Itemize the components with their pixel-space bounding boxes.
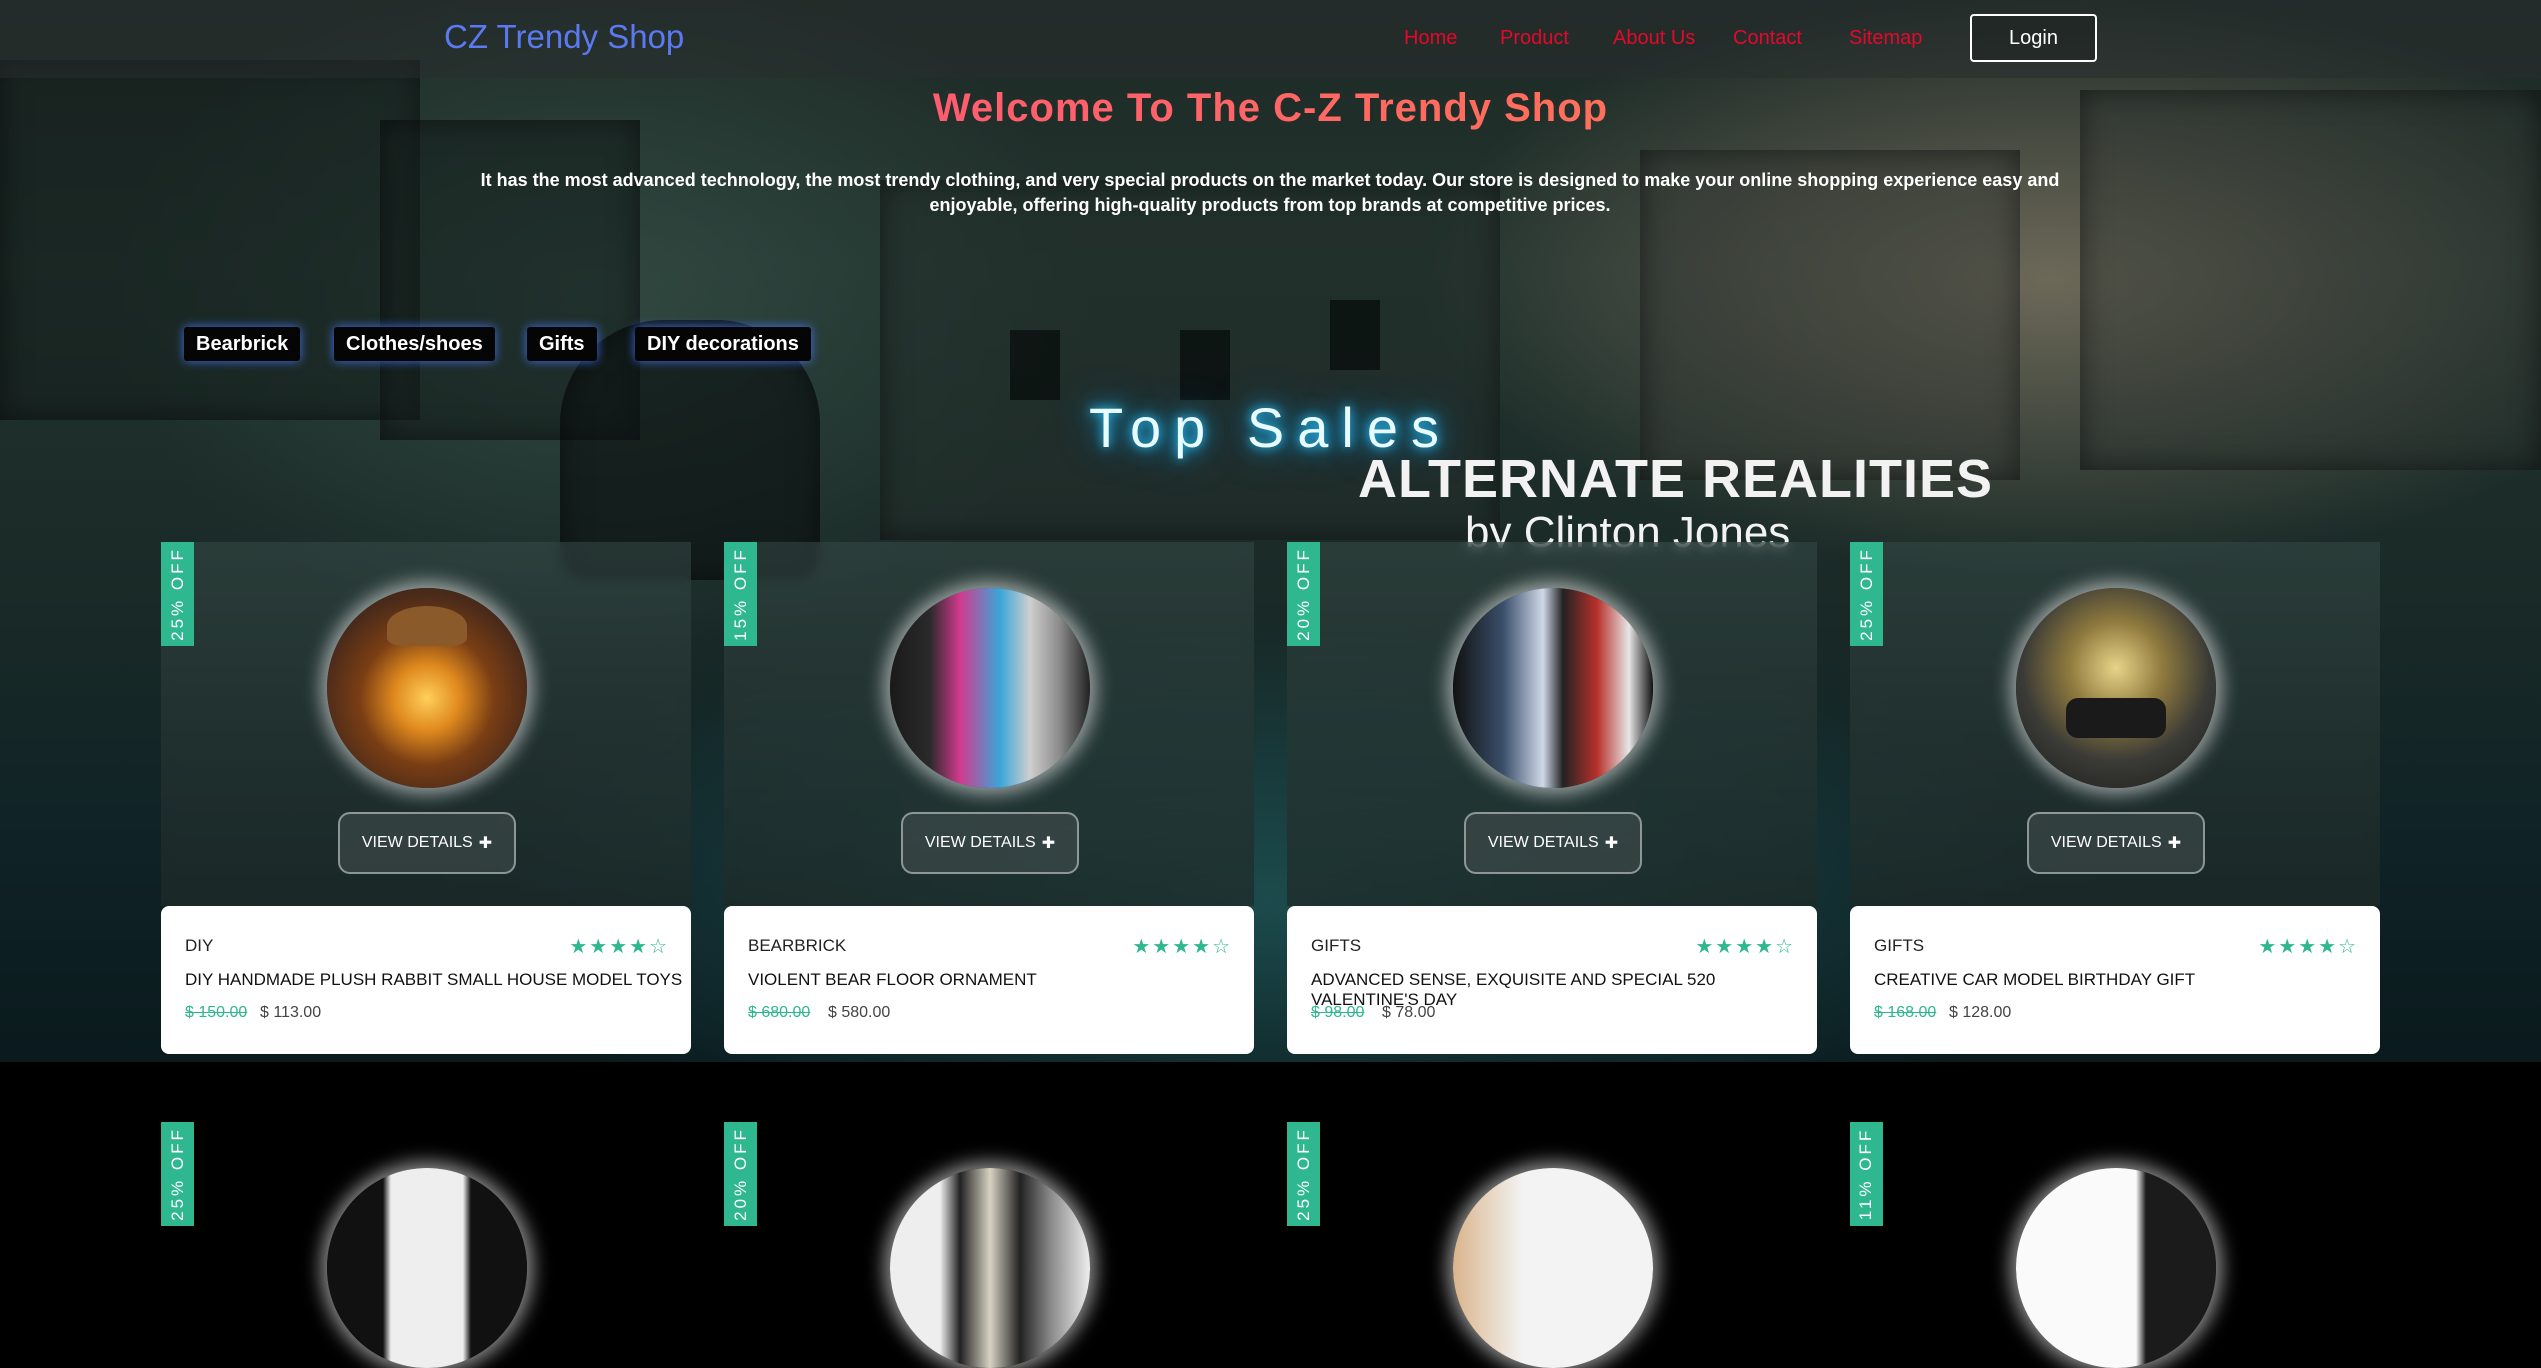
original-price: $ 680.00 [748,1004,811,1021]
welcome-description: It has the most advanced technology, the… [480,170,2060,215]
discount-badge: 20% OFF [724,1122,757,1226]
product-info: GIFTS ★★★★☆ CREATIVE CAR MODEL BIRTHDAY … [1850,906,2380,1054]
rating-stars: ★★★★☆ [2258,936,2358,958]
discount-badge: 25% OFF [1850,542,1883,646]
discount-badge: 25% OFF [161,1122,194,1226]
product-image[interactable] [890,588,1090,788]
nav-product[interactable]: Product [1500,27,1569,50]
product-category: GIFTS [1874,936,1925,955]
nav-sitemap[interactable]: Sitemap [1849,27,1922,50]
product-image[interactable] [327,1168,527,1368]
login-button[interactable]: Login [1970,14,2097,62]
nav-home[interactable]: Home [1404,27,1457,50]
product-image[interactable] [327,588,527,788]
product-image[interactable] [2016,588,2216,788]
product-card: 25% OFF VIEW DETAILS ✚ GIFTS ★★★★☆ CREATI… [1850,542,2380,1054]
discount-badge: 11% OFF [1850,1122,1883,1226]
category-gifts[interactable]: Gifts [527,327,597,361]
background-video-title: ALTERNATE REALITIES [1358,449,1993,509]
view-details-button[interactable]: VIEW DETAILS ✚ [2027,812,2205,874]
discount-badge: 20% OFF [1287,542,1320,646]
top-navbar: CZ Trendy Shop Home Product About Us Con… [0,0,2541,78]
category-bearbrick[interactable]: Bearbrick [184,327,301,361]
product-info: GIFTS ★★★★☆ ADVANCED SENSE, EXQUISITE AN… [1287,906,1817,1054]
plus-icon: ✚ [1041,835,1056,852]
product-info: DIY ★★★★☆ DIY HANDMADE PLUSH RABBIT SMAL… [161,906,691,1054]
product-image[interactable] [890,1168,1090,1368]
product-image[interactable] [2016,1168,2216,1368]
rating-stars: ★★★★☆ [1132,936,1232,958]
nav-contact[interactable]: Contact [1733,27,1802,50]
product-card: 20% OFF [724,1122,1254,1368]
rating-stars: ★★★★☆ [1695,936,1795,958]
product-card: 25% OFF [161,1122,691,1368]
product-image[interactable] [1453,1168,1653,1368]
sale-price: $ 113.00 [260,1004,322,1021]
nav-about-us[interactable]: About Us [1613,27,1695,50]
product-category: GIFTS [1311,936,1362,955]
category-clothes-shoes[interactable]: Clothes/shoes [334,327,495,361]
product-image[interactable] [1453,588,1653,788]
plus-icon: ✚ [478,835,493,852]
product-title[interactable]: VIOLENT BEAR FLOOR ORNAMENT [748,970,1037,990]
sale-price: $ 580.00 [828,1004,891,1021]
product-card: 25% OFF [1287,1122,1817,1368]
original-price: $ 168.00 [1874,1004,1937,1021]
product-card: 15% OFF VIEW DETAILS ✚ BEARBRICK ★★★★☆ VI… [724,542,1254,1054]
view-details-button[interactable]: VIEW DETAILS ✚ [1464,812,1642,874]
product-title[interactable]: DIY HANDMADE PLUSH RABBIT SMALL HOUSE MO… [185,970,682,990]
top-sales-heading: Top Sales [1089,396,1452,459]
product-card: 25% OFF VIEW DETAILS ✚ DIY ★★★★☆ DIY HAND… [161,542,691,1054]
original-price: $ 150.00 [185,1004,248,1021]
product-category: DIY [185,936,214,955]
product-title[interactable]: CREATIVE CAR MODEL BIRTHDAY GIFT [1874,970,2195,990]
product-card: 20% OFF VIEW DETAILS ✚ GIFTS ★★★★☆ ADVANC… [1287,542,1817,1054]
welcome-title: Welcome To The C-Z Trendy Shop [0,86,2541,131]
discount-badge: 25% OFF [1287,1122,1320,1226]
sale-price: $ 128.00 [1949,1004,2012,1021]
brand-logo[interactable]: CZ Trendy Shop [444,18,684,56]
view-details-button[interactable]: VIEW DETAILS ✚ [901,812,1079,874]
product-category: BEARBRICK [748,936,847,955]
plus-icon: ✚ [1604,835,1619,852]
discount-badge: 25% OFF [161,542,194,646]
product-card: 11% OFF [1850,1122,2380,1368]
product-info: BEARBRICK ★★★★☆ VIOLENT BEAR FLOOR ORNAM… [724,906,1254,1054]
category-diy-decorations[interactable]: DIY decorations [635,327,811,361]
view-details-button[interactable]: VIEW DETAILS ✚ [338,812,516,874]
rating-stars: ★★★★☆ [569,936,669,958]
original-price: $ 98.00 [1311,1004,1365,1021]
discount-badge: 15% OFF [724,542,757,646]
plus-icon: ✚ [2167,835,2182,852]
sale-price: $ 78.00 [1382,1004,1436,1021]
